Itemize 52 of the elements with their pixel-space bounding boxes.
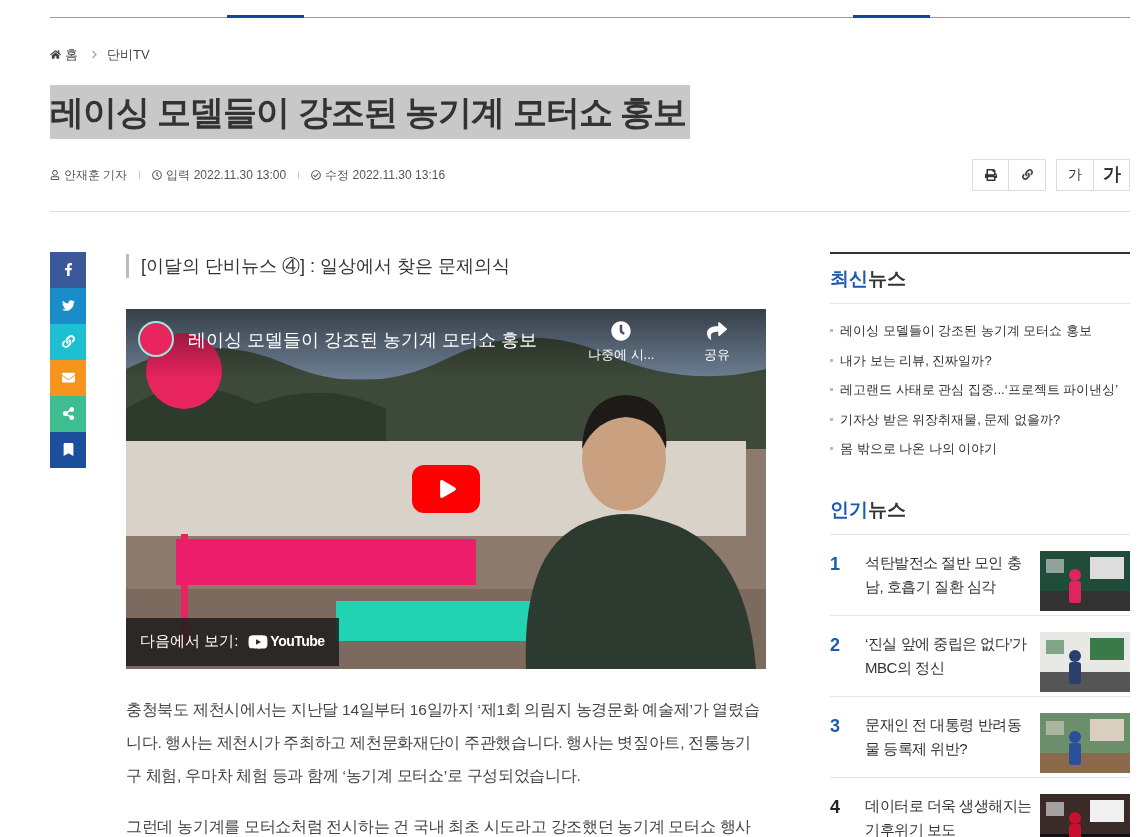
chevron-icon [90,50,99,60]
bookmark-icon [61,443,75,456]
rank-number: 3 [830,715,841,738]
share-button[interactable]: 공유 [704,320,730,364]
popular-news-link[interactable]: 데이터로 더욱 생생해지는 기후위기 보도 [865,794,1035,837]
link-share-button[interactable] [50,323,86,360]
watch-on-youtube-button[interactable]: 다음에서 보기: YouTube [126,617,339,666]
twitter-icon [61,299,75,312]
check-icon [311,169,322,180]
clock-icon [611,320,632,341]
play-button[interactable] [412,464,480,513]
latest-news-heading: 최신뉴스 [830,253,1130,304]
popular-news-heading: 인기뉴스 [830,495,1130,535]
body-paragraph: 그런데 농기계를 모터쇼처럼 전시하는 건 국내 최초 시도라고 강조했던 농기계 모터쇼 행사 [126,816,752,837]
article-title: 레이싱 모델들이 강조된 농기계 모터쇼 홍보 [50,84,691,139]
popular-news-link[interactable]: ‘진실 앞에 중립은 없다’가 MBC의 정신 [865,632,1035,680]
video-title[interactable]: 레이싱 모델들이 강조된 농기계 모터쇼 홍보 [188,326,537,354]
mail-icon [61,371,75,384]
watch-later-button[interactable]: 나중에 시... [588,320,655,364]
home-icon [50,49,61,61]
share-arrow-icon [707,320,727,341]
font-larger-button[interactable]: 가 [1093,159,1129,190]
body-paragraph: 충청북도 제천시에서는 지난달 14일부터 16일까지 ‘제1회 의림지 농경문화 예술제’가 열렸습니다. 행사는 제천시가 주최하고 제천문화재단이 주관했습니다. 행사는 볏짚아트, 전통농기구 체험, 우마차 체험 등과 함께 ‘농기계 모터쇼’로 구성되었습니다. [126,699,761,786]
link-icon [61,335,75,348]
rank-number: 1 [830,553,841,576]
author: 안재훈 기자 [64,166,128,184]
news-link[interactable]: 레고랜드 사태로 관심 집중...‘프로젝트 파이낸싱’ [840,380,1119,400]
news-link[interactable]: 내가 보는 리뷰, 진짜일까? [840,350,992,370]
article-subtitle: [이달의 단비뉴스 ④] : 일상에서 찾은 문제의식 [126,253,766,278]
news-link[interactable]: 몸 밖으로 나온 나의 이야기 [840,439,998,459]
rank-number: 2 [830,634,841,657]
facebook-share-button[interactable] [50,251,86,288]
news-link[interactable]: 레이싱 모델들이 강조된 농기계 모터쇼 홍보 [840,321,1093,341]
breadcrumb-link[interactable]: 홈 [65,45,78,65]
breadcrumb-link[interactable]: 단비TV [107,45,150,65]
modified-date: 수정 2022.11.30 13:16 [325,166,446,184]
person-icon [50,169,60,180]
rank-number: 4 [830,796,841,819]
published-date: 입력 2022.11.30 13:00 [166,166,287,184]
youtube-logo: YouTube [270,632,325,651]
popular-news-link[interactable]: 석탄발전소 절반 모인 충남, 호흡기 질환 심각 [865,551,1035,599]
play-icon [439,479,457,498]
font-smaller-button[interactable]: 가 [1057,159,1093,190]
twitter-share-button[interactable] [50,287,86,324]
bookmark-share-button[interactable] [50,431,86,468]
share-icon [61,407,75,420]
news-link[interactable]: 기자상 받은 위장취재물, 문제 없을까? [840,409,1061,429]
popular-news-link[interactable]: 문재인 전 대통령 반려동물 등록제 위반? [865,713,1035,761]
link-icon [1021,169,1033,180]
print-icon [984,168,997,181]
video-player[interactable]: 레이싱 모델들이 강조된 농기계 모터쇼 홍보 나중에 시... 공유 다음에서 보기: YouTube [126,308,766,669]
clock-icon [152,169,163,180]
